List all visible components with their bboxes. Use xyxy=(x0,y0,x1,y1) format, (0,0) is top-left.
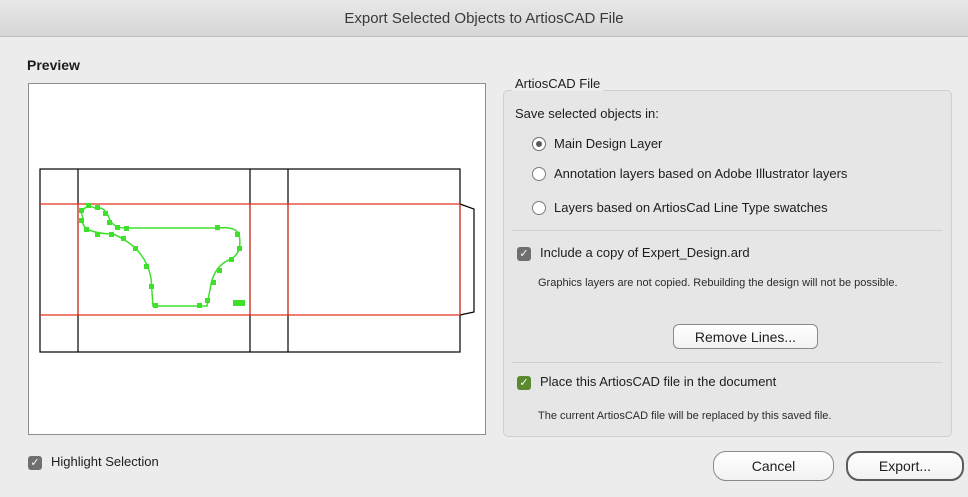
selected-artwork xyxy=(80,205,241,307)
cut-lines xyxy=(39,168,475,353)
radio-line-type-layers[interactable] xyxy=(532,201,546,215)
window-title: Export Selected Objects to ArtiosCAD Fil… xyxy=(344,9,624,27)
crease-lines xyxy=(40,203,461,316)
radio-line-type-layers-label[interactable]: Layers based on ArtiosCad Line Type swat… xyxy=(554,200,828,215)
separator xyxy=(512,362,942,363)
radio-main-design-layer[interactable] xyxy=(532,137,546,151)
preview-label: Preview xyxy=(27,57,80,73)
export-button[interactable]: Export... xyxy=(846,451,964,481)
selection-handles xyxy=(79,203,245,308)
place-file-label[interactable]: Place this ArtiosCAD file in the documen… xyxy=(540,374,776,389)
include-copy-label[interactable]: Include a copy of Expert_Design.ard xyxy=(540,245,750,260)
include-copy-note: Graphics layers are not copied. Rebuildi… xyxy=(538,277,898,289)
radio-annotation-layers[interactable] xyxy=(532,167,546,181)
radio-main-design-layer-label[interactable]: Main Design Layer xyxy=(554,136,662,151)
group-title: ArtiosCAD File xyxy=(512,76,604,91)
highlight-selection-label[interactable]: Highlight Selection xyxy=(51,454,159,469)
include-copy-checkbox[interactable]: ✓ xyxy=(517,247,531,261)
dieline-drawing xyxy=(39,168,475,353)
place-file-note: The current ArtiosCAD file will be repla… xyxy=(538,410,832,422)
cancel-button[interactable]: Cancel xyxy=(713,451,834,481)
place-file-checkbox[interactable]: ✓ xyxy=(517,376,531,390)
remove-lines-button[interactable]: Remove Lines... xyxy=(673,324,818,349)
preview-canvas xyxy=(28,83,486,435)
save-in-label: Save selected objects in: xyxy=(515,106,659,121)
title-bar: Export Selected Objects to ArtiosCAD Fil… xyxy=(0,0,968,37)
radio-annotation-layers-label[interactable]: Annotation layers based on Adobe Illustr… xyxy=(554,166,847,181)
highlight-selection-checkbox[interactable]: ✓ xyxy=(28,456,42,470)
separator xyxy=(512,230,942,231)
